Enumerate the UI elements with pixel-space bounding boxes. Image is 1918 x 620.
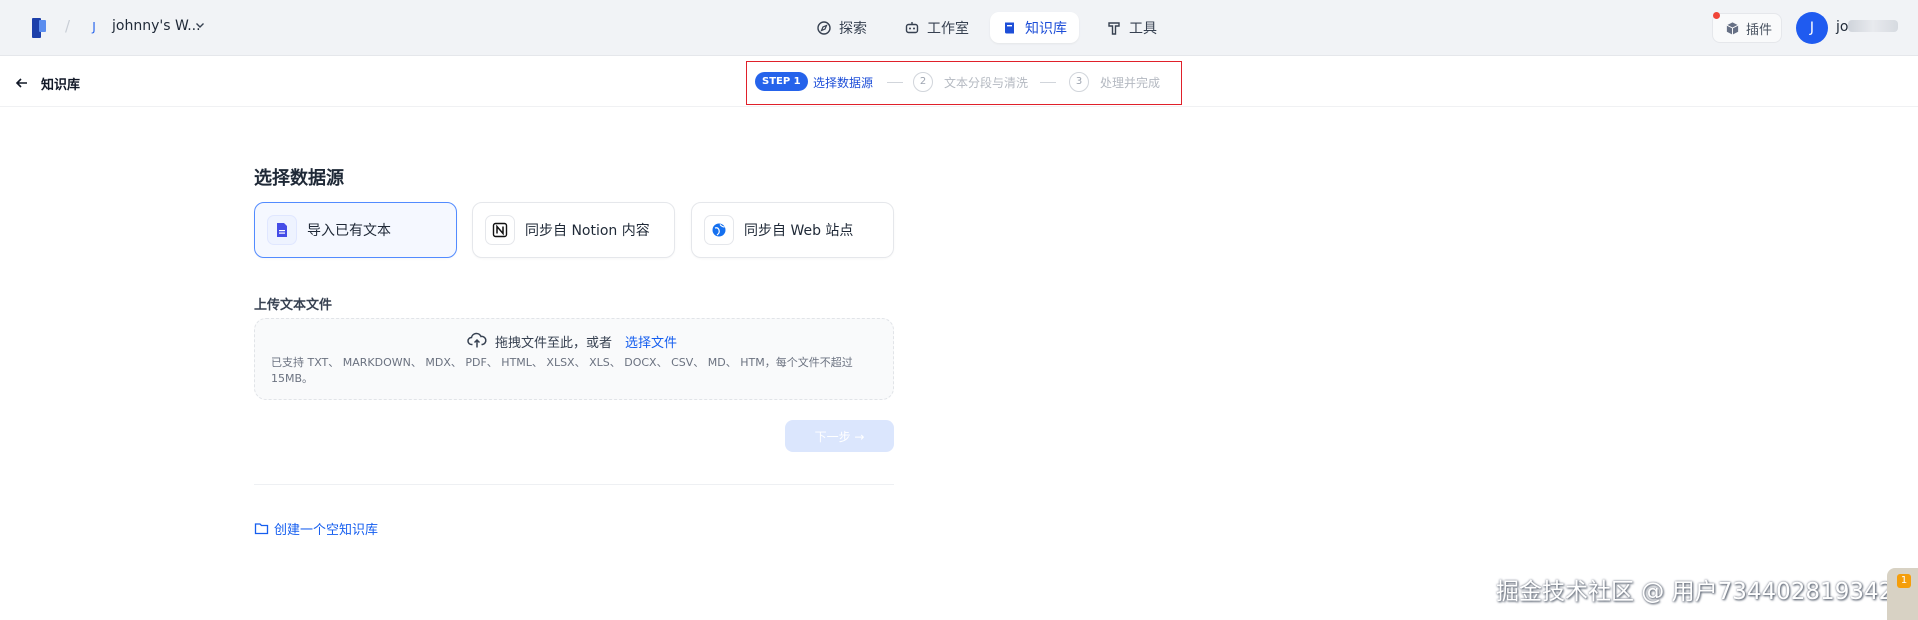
create-empty-dataset-link[interactable]: 创建一个空知识库 xyxy=(254,519,378,538)
source-option-label: 同步自 Web 站点 xyxy=(744,223,854,239)
source-option-label: 同步自 Notion 内容 xyxy=(525,223,650,239)
step3-number: 3 xyxy=(1069,72,1089,92)
step2-label: 文本分段与清洗 xyxy=(944,76,1029,90)
step-connector xyxy=(887,82,903,83)
compass-icon xyxy=(817,20,831,35)
nav-studio[interactable]: 工作室 xyxy=(892,12,981,43)
source-option-text[interactable]: 导入已有文本 xyxy=(254,202,457,258)
notion-icon xyxy=(492,222,508,238)
app-logo-icon[interactable] xyxy=(31,17,47,39)
nav-dataset-label: 知识库 xyxy=(1025,20,1067,37)
next-step-button[interactable]: 下一步 → xyxy=(785,420,894,452)
step3-label: 处理并完成 xyxy=(1100,76,1161,90)
back-arrow-icon[interactable] xyxy=(14,75,30,91)
plugins-button[interactable]: 插件 xyxy=(1712,13,1782,43)
globe-icon xyxy=(712,223,726,237)
folder-icon xyxy=(254,523,269,535)
upload-section-label: 上传文本文件 xyxy=(254,298,333,313)
source-icon-box xyxy=(267,215,297,245)
redacted-username xyxy=(1848,20,1898,32)
source-option-web[interactable]: 同步自 Web 站点 xyxy=(691,202,894,258)
document-icon xyxy=(277,223,287,237)
workspace-switcher[interactable]: johnny's W... xyxy=(112,18,201,34)
cube-icon xyxy=(1726,21,1739,35)
user-avatar[interactable]: J xyxy=(1796,12,1828,44)
back-to-datasets-link[interactable]: 知识库 xyxy=(41,74,80,93)
cloud-upload-icon xyxy=(467,332,487,348)
nav-explore-label: 探索 xyxy=(839,20,867,37)
notification-dot xyxy=(1713,12,1720,19)
robot-icon xyxy=(905,21,919,33)
section-divider xyxy=(254,484,894,485)
source-option-label: 导入已有文本 xyxy=(307,223,391,239)
workspace-avatar: J xyxy=(92,20,96,34)
source-icon-box xyxy=(485,215,515,245)
nav-dataset[interactable]: 知识库 xyxy=(990,12,1079,43)
chevron-down-icon[interactable] xyxy=(194,19,206,31)
floating-widget-badge: 1 xyxy=(1897,574,1911,588)
choose-file-link[interactable]: 选择文件 xyxy=(625,332,677,351)
step1-badge: STEP 1 xyxy=(755,72,808,91)
watermark: 掘金技术社区 @ 用户734402819342 xyxy=(1496,579,1894,605)
nav-tools-label: 工具 xyxy=(1129,20,1157,37)
nav-explore[interactable]: 探索 xyxy=(804,12,879,43)
book-icon xyxy=(1005,22,1014,33)
step-connector xyxy=(1040,82,1056,83)
step1-label: 选择数据源 xyxy=(813,76,874,90)
source-icon-box xyxy=(704,215,734,245)
dropzone-text: 拖拽文件至此，或者 xyxy=(495,336,613,351)
supported-formats-hint: 已支持 TXT、 MARKDOWN、 MDX、 PDF、 HTML、 XLSX、… xyxy=(271,356,853,385)
breadcrumb-separator: / xyxy=(65,17,71,35)
user-name[interactable]: jo xyxy=(1836,19,1848,35)
step2-number: 2 xyxy=(913,72,933,92)
nav-studio-label: 工作室 xyxy=(927,20,969,37)
page-title: 选择数据源 xyxy=(254,168,344,189)
create-empty-label: 创建一个空知识库 xyxy=(274,523,379,538)
hammer-icon xyxy=(1108,21,1120,35)
source-option-notion[interactable]: 同步自 Notion 内容 xyxy=(472,202,675,258)
nav-tools[interactable]: 工具 xyxy=(1094,12,1169,43)
plugins-label: 插件 xyxy=(1746,22,1773,38)
